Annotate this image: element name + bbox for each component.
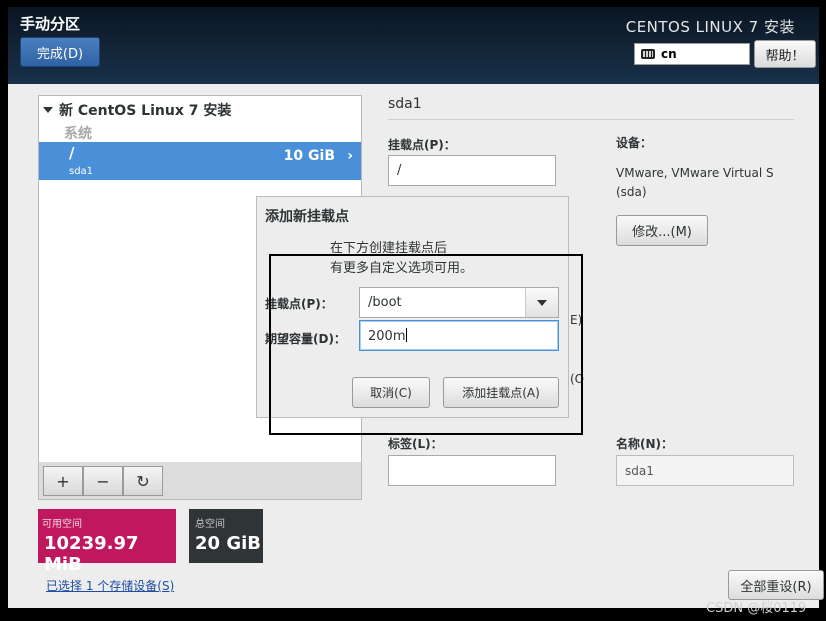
detail-divider xyxy=(388,119,794,120)
label-input[interactable] xyxy=(388,455,556,486)
partition-mount-point: / xyxy=(69,144,75,162)
mount-point-input[interactable]: / xyxy=(388,155,556,186)
watermark: CSDN @桜0119 xyxy=(706,601,807,616)
available-space-box: 可用空间 10239.97 MiB xyxy=(38,509,176,575)
device-label: 设备： xyxy=(616,136,653,150)
keyboard-icon xyxy=(641,49,655,59)
total-space-value: 20 GiB xyxy=(195,533,261,554)
keyboard-layout-text: cn xyxy=(661,47,677,61)
install-group-header[interactable]: 新 CentOS Linux 7 安装 xyxy=(43,100,231,120)
annotation-rectangle xyxy=(269,254,583,435)
partition-size: 10 GiB xyxy=(283,148,335,164)
page-title: 手动分区 xyxy=(20,15,81,33)
reset-all-button[interactable]: 全部重设(R) xyxy=(728,570,824,600)
label-field-label: 标签(L)： xyxy=(388,437,443,451)
expander-triangle-icon xyxy=(43,107,53,113)
available-space-label: 可用空间 xyxy=(42,519,82,530)
keyboard-layout-indicator[interactable]: cn xyxy=(634,43,750,65)
add-partition-button[interactable]: + xyxy=(43,466,83,496)
mount-point-label: 挂载点(P)： xyxy=(388,138,456,152)
name-input[interactable]: sda1 xyxy=(616,455,794,486)
partition-detail-title: sda1 xyxy=(388,96,422,112)
done-button[interactable]: 完成(D) xyxy=(20,37,100,67)
chevron-right-icon: › xyxy=(347,148,353,164)
install-group-label: 新 CentOS Linux 7 安装 xyxy=(59,103,232,119)
storage-devices-link[interactable]: 已选择 1 个存储设备(S) xyxy=(46,577,174,594)
refresh-icon[interactable]: ↻ xyxy=(123,466,163,496)
system-section-label: 系统 xyxy=(64,126,92,142)
help-button[interactable]: 帮助！ xyxy=(754,40,816,68)
partition-toolbar: + − ↻ xyxy=(38,462,362,500)
total-space-label: 总空间 xyxy=(195,519,225,530)
name-field-label: 名称(N)： xyxy=(616,437,674,451)
available-space-value: 10239.97 MiB xyxy=(44,533,139,575)
device-name: VMware, VMware Virtual S xyxy=(616,166,774,180)
remove-partition-button[interactable]: − xyxy=(83,466,123,496)
total-space-box: 总空间 20 GiB xyxy=(189,509,263,563)
partition-row-root[interactable]: / sda1 10 GiB › xyxy=(39,142,361,180)
device-id: (sda) xyxy=(616,185,647,199)
modify-device-button[interactable]: 修改...(M) xyxy=(616,215,708,246)
product-name: CENTOS LINUX 7 安装 xyxy=(625,18,795,36)
header-bar: 手动分区 完成(D) CENTOS LINUX 7 安装 cn 帮助！ xyxy=(8,7,819,84)
dialog-title: 添加新挂载点 xyxy=(265,209,349,225)
partition-device: sda1 xyxy=(69,166,94,177)
